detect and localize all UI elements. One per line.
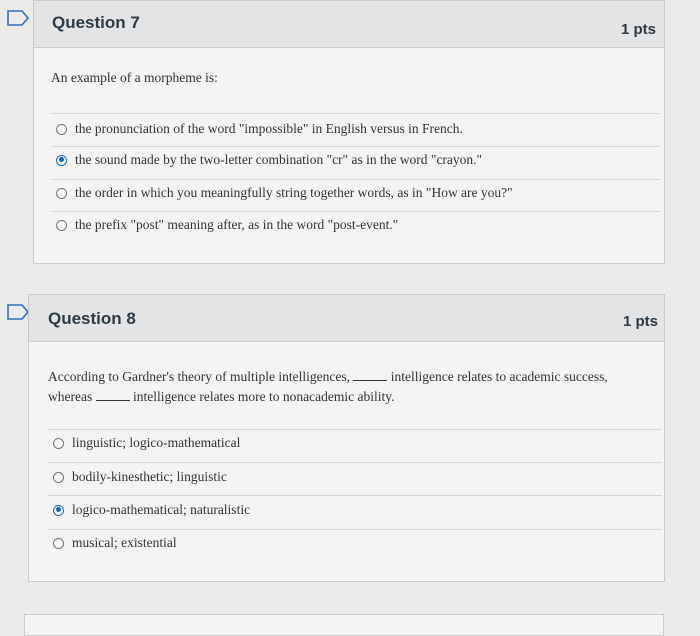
answer-blank [95,390,130,401]
answer-label: the prefix "post" meaning after, as in t… [75,217,399,232]
answer-option-selected[interactable]: logico-mathematical; naturalistic [53,502,250,518]
radio-button[interactable] [53,437,64,449]
answer-label: musical; existential [72,535,177,550]
question-title: Question 8 [48,309,136,328]
radio-button-selected[interactable] [56,154,67,166]
question-text: According to Gardner's theory of multipl… [48,367,648,407]
question-points: 1 pts [622,313,658,330]
answer-blank [353,370,388,381]
question-7-header: Question 7 1 pts [34,1,664,48]
answer-option[interactable]: linguistic; logico-mathematical [53,435,240,451]
answer-label: the pronunciation of the word "impossibl… [75,121,463,136]
radio-button[interactable] [56,219,67,231]
divider [51,113,660,114]
question-text-part: According to Gardner's theory of multipl… [48,369,350,384]
answer-label: logico-mathematical; naturalistic [72,502,251,517]
divider [51,179,660,180]
divider [51,211,660,212]
radio-button[interactable] [53,471,64,483]
question-title: Question 7 [52,13,140,32]
question-7-card: Question 7 1 pts An example of a morphem… [33,0,665,264]
question-text: An example of a morpheme is: [51,70,218,85]
divider [48,529,662,530]
flag-question-icon[interactable] [5,8,31,28]
question-8-header: Question 8 1 pts [29,295,664,342]
answer-option[interactable]: musical; existential [53,535,177,551]
answer-option[interactable]: bodily-kinesthetic; linguistic [53,469,227,485]
divider [48,495,662,496]
question-text-part: intelligence relates to academic success… [390,369,608,384]
divider [48,462,662,463]
answer-label: the sound made by the two-letter combina… [75,152,483,167]
answer-label: the order in which you meaningfully stri… [75,185,513,200]
divider [51,146,660,147]
answer-option[interactable]: the pronunciation of the word "impossibl… [56,121,463,137]
question-8-card: Question 8 1 pts According to Gardner's … [28,294,665,582]
radio-button[interactable] [53,537,64,549]
radio-button[interactable] [56,187,67,199]
question-text-part: whereas [48,389,93,404]
answer-label: linguistic; logico-mathematical [72,435,241,450]
next-question-card [24,614,664,636]
question-text-part: intelligence relates more to nonacademic… [132,389,395,404]
answer-label: bodily-kinesthetic; linguistic [72,469,227,484]
divider [48,429,662,430]
question-points: 1 pts [620,21,656,38]
answer-option[interactable]: the order in which you meaningfully stri… [56,185,513,201]
radio-button[interactable] [56,123,67,135]
radio-button-selected[interactable] [53,504,64,516]
answer-option-selected[interactable]: the sound made by the two-letter combina… [56,152,482,168]
answer-option[interactable]: the prefix "post" meaning after, as in t… [56,217,398,233]
